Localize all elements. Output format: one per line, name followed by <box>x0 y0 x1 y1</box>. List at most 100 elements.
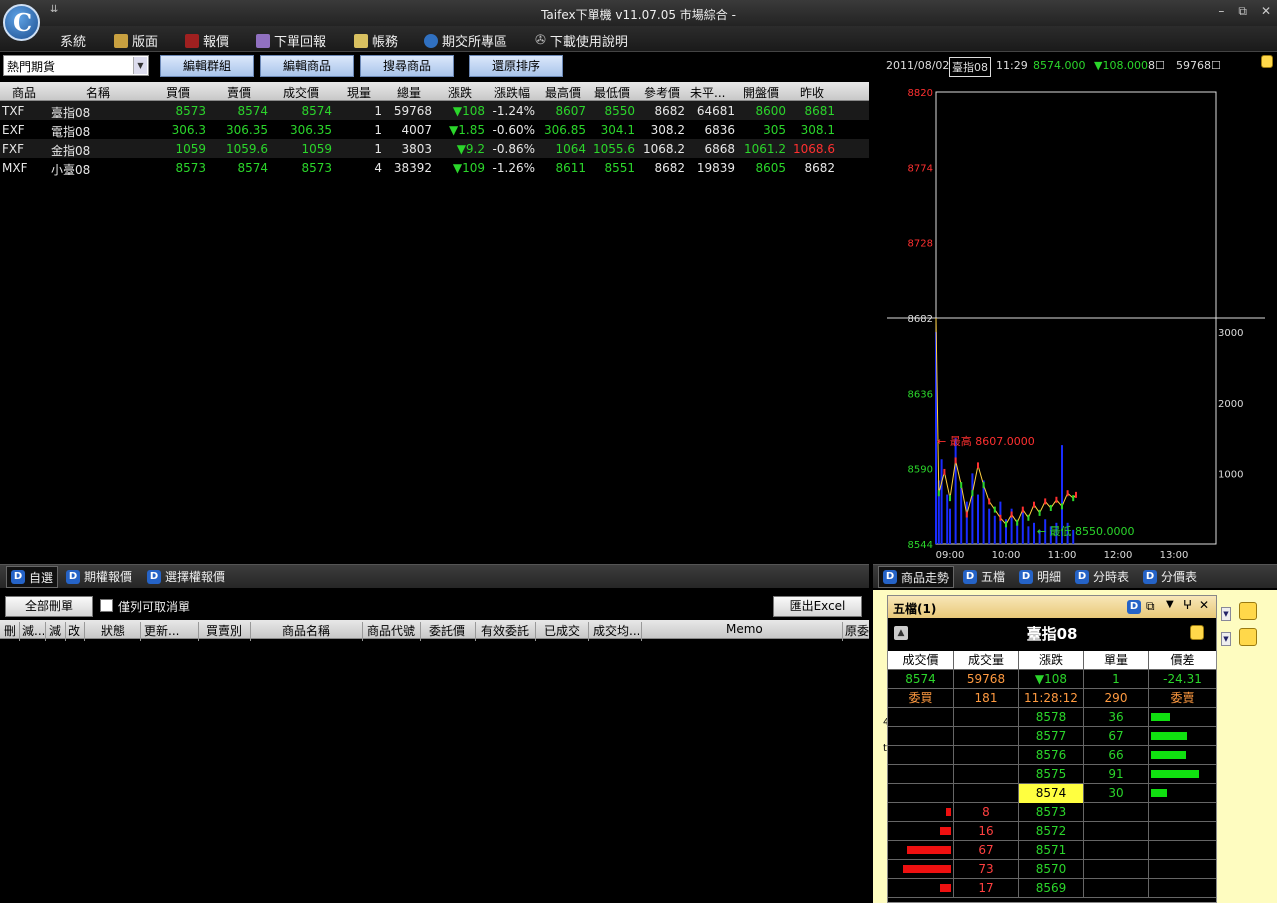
search-product-button[interactable]: 搜尋商品 <box>360 55 454 77</box>
cell-prev: 8681 <box>804 104 835 118</box>
volume-bar <box>960 487 963 544</box>
col-bid[interactable]: 買價 <box>166 84 190 101</box>
col-avg-fill[interactable]: 成交均... <box>593 622 639 639</box>
col-ref[interactable]: 參考價 <box>644 84 680 101</box>
quote-rows: TXF 臺指08 8573 8574 8574 1 59768 ▼108 -1.24% 8607 8… <box>0 101 869 177</box>
chevron-down-icon[interactable]: ▼ <box>1221 632 1231 646</box>
col-open-interest[interactable]: 未平... <box>690 84 725 101</box>
restore-window-icon[interactable]: ⧉ <box>1146 599 1155 614</box>
col-code[interactable]: 商品 <box>12 84 36 101</box>
y-tick-label: 8820 <box>908 88 933 99</box>
tab-time-table[interactable]: D 分時表 <box>1075 568 1129 585</box>
minimize-button[interactable]: – <box>1218 4 1224 19</box>
candle-mark <box>988 498 991 505</box>
group-select[interactable]: 熱門期貨 ▼ <box>3 55 149 76</box>
lock-icon[interactable] <box>1239 602 1257 620</box>
tab-price-table[interactable]: D 分價表 <box>1143 568 1197 585</box>
empty <box>1148 822 1216 841</box>
close-icon[interactable]: ✕ <box>1199 598 1209 612</box>
d-icon[interactable]: D <box>1127 600 1141 614</box>
volume-bar <box>1151 713 1170 721</box>
cell-volume: 1 <box>374 142 382 156</box>
col-valid-orders[interactable]: 有效委託 <box>481 622 531 639</box>
lock-icon[interactable] <box>1190 625 1204 640</box>
table-row[interactable]: MXF 小臺08 8573 8574 8573 4 38392 ▼109 -1.26% 8611 8… <box>0 158 869 177</box>
col-status[interactable]: 狀態 <box>101 622 129 639</box>
ask-qty: 36 <box>1083 708 1148 727</box>
tab-futures-options-quote[interactable]: D 期權報價 <box>66 568 132 585</box>
table-row[interactable]: TXF 臺指08 8573 8574 8574 1 59768 ▼108 -1.24% 8607 8… <box>0 101 869 120</box>
ask-qty: 30 <box>1083 784 1148 803</box>
volume-bar <box>977 494 979 544</box>
table-row[interactable]: EXF 電指08 306.3 306.35 306.35 1 4007 ▼1.85 -0.60%… <box>0 120 869 139</box>
cancelable-only-checkbox[interactable] <box>100 599 113 612</box>
table-row[interactable]: FXF 金指08 1059 1059.6 1059 1 3803 ▼9.2 -0.86% 1064… <box>0 139 869 158</box>
col-reduce-qty[interactable]: 減... <box>22 622 44 639</box>
quick-access-icon[interactable]: ⇊ <box>50 4 58 15</box>
candle-mark <box>1072 495 1075 502</box>
col-delete[interactable]: 刪 <box>4 622 18 639</box>
col-change[interactable]: 漲跌 <box>448 84 472 101</box>
menu-account[interactable]: 帳務 <box>354 31 398 50</box>
collapse-icon[interactable]: ▲ <box>894 626 908 640</box>
menu-quote[interactable]: 報價 <box>185 31 229 50</box>
col-reduce[interactable]: 減 <box>49 622 63 639</box>
menu-download-help[interactable]: ✇ 下載使用說明 <box>535 31 628 50</box>
close-button[interactable]: ✕ <box>1261 4 1271 19</box>
volume-bar <box>1151 751 1186 759</box>
app-logo-icon[interactable]: C <box>3 4 40 41</box>
col-name[interactable]: 名稱 <box>86 84 110 101</box>
col-open[interactable]: 開盤價 <box>743 84 779 101</box>
empty <box>953 708 1018 727</box>
bid-price: 8570 <box>1018 860 1083 879</box>
col-side[interactable]: 買賣別 <box>206 622 246 639</box>
menu-system[interactable]: 系統 <box>60 31 86 50</box>
lock-icon[interactable] <box>1261 55 1273 68</box>
col-low[interactable]: 最低價 <box>594 84 630 101</box>
edit-product-button[interactable]: 編輯商品 <box>260 55 354 77</box>
chart-instrument[interactable]: 臺指08 <box>949 57 991 77</box>
col-volume[interactable]: 現量 <box>347 84 371 101</box>
cancel-all-button[interactable]: 全部刪單 <box>5 596 93 617</box>
cell-name: 臺指08 <box>51 106 91 120</box>
volume-bar <box>1151 770 1199 778</box>
col-product-name[interactable]: 商品名稱 <box>282 622 334 639</box>
chevron-down-icon[interactable]: ▼ <box>133 57 147 74</box>
download-icon: ✇ <box>535 33 546 48</box>
col-original[interactable]: 原委 <box>845 622 869 639</box>
col-product-code[interactable]: 商品代號 <box>367 622 417 639</box>
col-updated[interactable]: 更新... <box>144 622 188 639</box>
five-level-title: 五檔(1) <box>893 602 937 616</box>
export-excel-button[interactable]: 匯出Excel <box>773 596 862 617</box>
col-last[interactable]: 成交價 <box>283 84 319 101</box>
col-filled[interactable]: 已成交 <box>544 622 584 639</box>
col-prev[interactable]: 昨收 <box>800 84 824 101</box>
candle-mark <box>960 482 963 489</box>
candle-mark <box>1010 511 1013 518</box>
candle-mark <box>1061 503 1063 510</box>
col-modify[interactable]: 改 <box>68 622 82 639</box>
menu-order-report[interactable]: 下單回報 <box>256 31 326 50</box>
lock-icon[interactable] <box>1239 628 1257 646</box>
restore-sort-button[interactable]: 還原排序 <box>469 55 563 77</box>
col-ask[interactable]: 賣價 <box>227 84 251 101</box>
menu-taifex[interactable]: 期交所專區 <box>424 31 507 50</box>
tab-five-level[interactable]: D 五檔 <box>963 568 1005 585</box>
col-order-price[interactable]: 委託價 <box>429 622 469 639</box>
menu-layout[interactable]: 版面 <box>114 31 158 50</box>
col-change-pct[interactable]: 漲跌幅 <box>494 84 530 101</box>
edit-group-button[interactable]: 編輯群組 <box>160 55 254 77</box>
tab-options-quote[interactable]: D 選擇權報價 <box>147 568 225 585</box>
restore-button[interactable]: ⧉ <box>1238 4 1247 19</box>
tab-trend[interactable]: D 商品走勢 <box>878 566 955 588</box>
col-high[interactable]: 最高價 <box>545 84 581 101</box>
pin-icon[interactable]: ⵖ <box>1183 598 1192 612</box>
dropdown-icon[interactable]: ▼ <box>1166 599 1174 610</box>
tab-watchlist[interactable]: D 自選 <box>6 566 59 588</box>
col-total[interactable]: 總量 <box>397 84 421 101</box>
quote-table-header: 商品 名稱 買價 賣價 成交價 現量 總量 漲跌 漲跌幅 最高價 最低價 參考價… <box>0 82 869 101</box>
chevron-down-icon[interactable]: ▼ <box>1221 607 1231 621</box>
tab-detail[interactable]: D 明細 <box>1019 568 1061 585</box>
col-memo[interactable]: Memo <box>726 622 766 636</box>
chart-date: 2011/08/02 <box>886 59 950 72</box>
